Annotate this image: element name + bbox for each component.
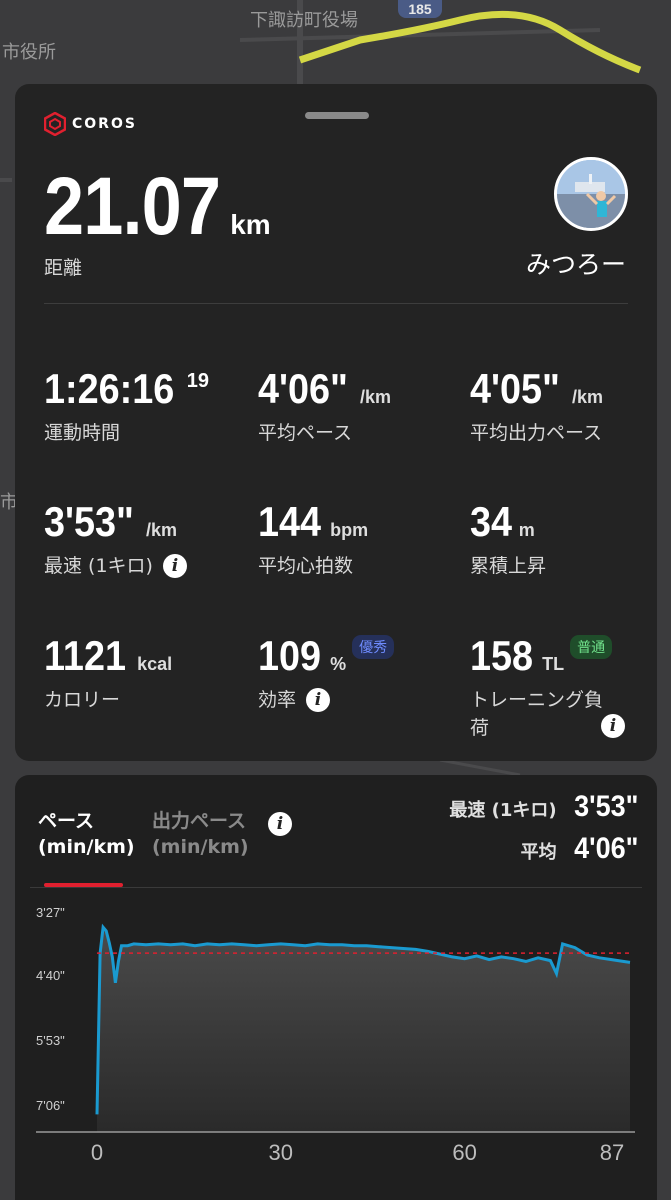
route-number-badge: 185: [398, 0, 442, 18]
stat-calories-unit: kcal: [137, 654, 173, 674]
tabs-divider: [30, 887, 642, 888]
x-tick-label: 60: [452, 1140, 476, 1165]
y-tick-label: 5'53": [36, 1033, 65, 1048]
pace-chart: 3'27" 4'40" 5'53" 7'06" 0 30 60 87: [36, 905, 635, 1165]
chart-avg-summary: 平均 4'06": [521, 832, 638, 866]
stat-avg-power-pace-label: 平均出力ペース: [470, 422, 603, 444]
stat-fastest-km-value: 3'53": [44, 498, 134, 545]
stat-elevation-gain-label: 累積上昇: [470, 555, 547, 577]
stat-avg-power-pace-value: 4'05": [470, 365, 560, 412]
distance-display: 21.07 km: [44, 160, 271, 254]
stat-training-load: 158 TL 普通 トレーニング負荷: [470, 632, 620, 742]
x-tick-label: 0: [91, 1140, 103, 1165]
y-tick-label: 7'06": [36, 1098, 65, 1113]
avatar[interactable]: [554, 157, 628, 231]
stat-training-load-label: トレーニング負荷: [470, 689, 604, 739]
distance-unit: km: [230, 209, 271, 240]
power-pace-info-icon[interactable]: i: [268, 812, 292, 836]
coros-logo-icon: [44, 112, 66, 136]
distance-value: 21.07: [44, 161, 221, 252]
stat-training-load-unit: TL: [542, 654, 565, 674]
training-load-badge: 普通: [570, 635, 613, 659]
stat-avg-pace-unit: /km: [359, 387, 392, 407]
avatar-photo: [557, 160, 625, 228]
stat-duration-value: 1:26:16: [44, 365, 175, 412]
stat-fastest-km: 3'53" /km 最速 (1キロ) i: [44, 498, 187, 580]
chart-avg-value: 4'06": [573, 832, 638, 865]
stat-efficiency-label: 効率: [258, 689, 297, 711]
summary-divider: [44, 303, 628, 304]
chart-avg-label: 平均: [520, 842, 557, 863]
stat-avg-heart-rate-label: 平均心拍数: [258, 555, 354, 577]
training-load-info-icon[interactable]: i: [601, 714, 625, 738]
tab-power-pace[interactable]: 出力ペース (min/km): [152, 808, 249, 860]
chart-best-label: 最速 (1キロ): [449, 800, 557, 821]
stat-avg-heart-rate-value: 144: [258, 498, 322, 545]
stat-avg-power-pace: 4'05" /km 平均出力ペース: [470, 365, 603, 447]
stat-elevation-gain: 34 m 累積上昇: [470, 498, 546, 580]
map-label-city-hall: 市役所: [2, 42, 56, 63]
stat-fastest-km-unit: /km: [145, 520, 178, 540]
stat-training-load-value: 158: [470, 632, 534, 679]
stat-avg-heart-rate-unit: bpm: [330, 520, 369, 540]
stat-calories-value: 1121: [44, 632, 127, 679]
username: みつろー: [525, 250, 626, 279]
y-tick-label: 3'27": [36, 905, 65, 920]
x-tick-label: 87: [600, 1140, 624, 1165]
stat-avg-pace-label: 平均ペース: [258, 422, 353, 444]
stat-duration: 1:26:16 19 運動時間: [44, 365, 209, 447]
stat-avg-pace-value: 4'06": [258, 365, 348, 412]
tab-pace[interactable]: ペース (min/km): [38, 808, 135, 860]
stat-duration-label: 運動時間: [44, 422, 121, 444]
coros-logo: COROS: [44, 112, 137, 136]
stat-calories: 1121 kcal カロリー: [44, 632, 172, 714]
stat-efficiency-unit: %: [330, 654, 347, 674]
stat-calories-label: カロリー: [44, 689, 121, 711]
stat-elevation-gain-unit: m: [518, 520, 535, 540]
y-tick-label: 4'40": [36, 968, 65, 983]
coros-logo-text: COROS: [72, 116, 137, 132]
stat-avg-heart-rate: 144 bpm 平均心拍数: [258, 498, 368, 580]
stat-efficiency-value: 109: [258, 632, 322, 679]
drag-handle[interactable]: [305, 112, 369, 119]
stat-duration-hundredths: 19: [186, 370, 210, 392]
efficiency-info-icon[interactable]: i: [306, 688, 331, 712]
chart-best-value: 3'53": [573, 790, 638, 823]
pace-area-fill: [97, 927, 630, 1132]
chart-best-summary: 最速 (1キロ) 3'53": [449, 790, 638, 824]
map-label-town-hall: 下諏訪町役場: [250, 10, 358, 31]
efficiency-badge: 優秀: [352, 635, 395, 659]
stat-avg-pace: 4'06" /km 平均ペース: [258, 365, 391, 447]
stat-fastest-km-label: 最速 (1キロ): [44, 555, 153, 577]
distance-label: 距離: [44, 257, 83, 279]
stat-avg-power-pace-unit: /km: [571, 387, 604, 407]
fastest-km-info-icon[interactable]: i: [162, 554, 187, 578]
stat-elevation-gain-value: 34: [470, 498, 513, 545]
x-tick-label: 30: [269, 1140, 293, 1165]
stat-efficiency: 109 % 優秀 効率 i: [258, 632, 395, 714]
